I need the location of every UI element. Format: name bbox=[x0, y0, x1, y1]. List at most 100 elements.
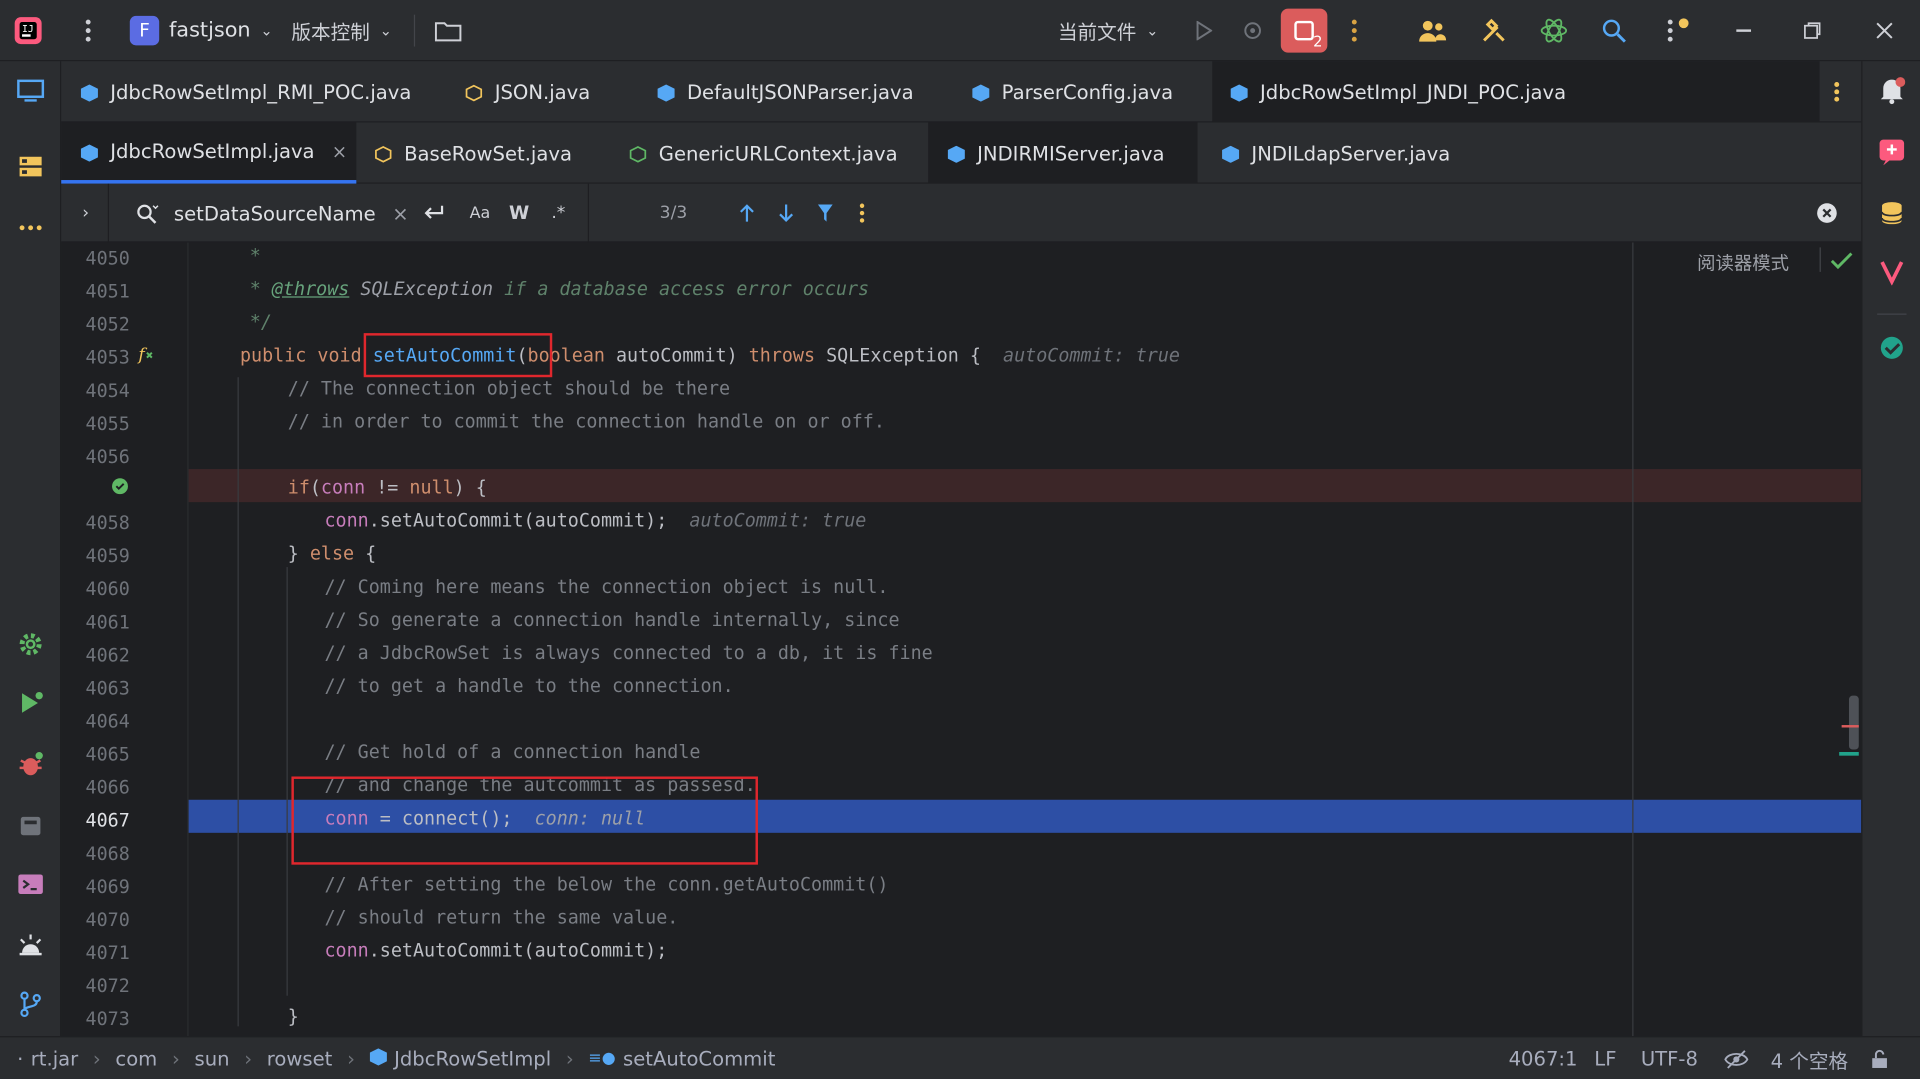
search-input[interactable] bbox=[173, 198, 383, 228]
reader-mode-toggle[interactable]: 阅读器模式 bbox=[1697, 250, 1789, 276]
clear-search-icon[interactable]: × bbox=[389, 198, 411, 227]
more-tools-icon[interactable] bbox=[13, 211, 47, 245]
line-number[interactable]: 4051 bbox=[61, 280, 130, 302]
find-more-options-icon[interactable] bbox=[850, 198, 874, 227]
line-number[interactable]: 4061 bbox=[61, 611, 130, 633]
intellij-logo-icon[interactable]: IJ bbox=[10, 13, 47, 47]
caret-position[interactable]: 4067:1 bbox=[1509, 1037, 1578, 1079]
line-number[interactable]: 4060 bbox=[61, 578, 130, 600]
lock-icon[interactable] bbox=[1871, 1037, 1888, 1079]
run-tool-icon[interactable] bbox=[13, 686, 47, 720]
stop-button[interactable]: 2 bbox=[1280, 8, 1328, 53]
filter-icon[interactable] bbox=[811, 198, 840, 227]
code-editor[interactable]: * * @throws SQLException if a database a… bbox=[188, 242, 1862, 1037]
line-number[interactable]: 4069 bbox=[61, 876, 130, 898]
code-review-check-icon[interactable] bbox=[1875, 331, 1909, 365]
tab-genericurlcontext[interactable]: GenericURLContext.java bbox=[629, 122, 898, 183]
tab-jndildapserver[interactable]: JNDILdapServer.java bbox=[1222, 122, 1450, 183]
run-config-selector[interactable]: 当前文件 ⌄ bbox=[1058, 15, 1159, 47]
close-tab-icon[interactable]: × bbox=[332, 140, 347, 162]
line-number[interactable]: 4073 bbox=[61, 1008, 130, 1030]
restore-icon[interactable] bbox=[1795, 13, 1829, 47]
tab-json[interactable]: JSON.java bbox=[465, 61, 590, 122]
search-icon[interactable] bbox=[1597, 13, 1631, 47]
line-number[interactable]: 4055 bbox=[61, 413, 130, 435]
expand-replace-chevron-icon[interactable]: › bbox=[73, 198, 97, 227]
next-match-arrow-down-icon[interactable] bbox=[771, 198, 800, 227]
more-actions-icon[interactable] bbox=[1342, 13, 1366, 47]
line-number[interactable]: 4064 bbox=[61, 710, 130, 732]
debug-icon[interactable] bbox=[1237, 13, 1269, 47]
inspection-ok-check-icon[interactable] bbox=[1829, 250, 1853, 274]
line-number[interactable]: 4062 bbox=[61, 644, 130, 666]
project-selector[interactable]: F fastjson ⌄ bbox=[129, 15, 273, 47]
tab-jdbcrowsetimpl[interactable]: JdbcRowSetImpl.java × bbox=[61, 122, 357, 184]
read-only-eye-icon[interactable] bbox=[1724, 1037, 1749, 1079]
breadcrumb-sun[interactable]: sun bbox=[195, 1047, 230, 1070]
settings-updates-icon[interactable] bbox=[1660, 13, 1694, 47]
line-number[interactable]: 4058 bbox=[61, 512, 130, 534]
line-number[interactable]: 4052 bbox=[61, 314, 130, 336]
breadcrumb-method[interactable]: setAutoCommit bbox=[623, 1047, 775, 1070]
breadcrumb-com[interactable]: com bbox=[115, 1047, 157, 1070]
line-number[interactable]: 4066 bbox=[61, 776, 130, 798]
tab-jndirmiserver[interactable]: JNDIRMIServer.java bbox=[928, 122, 1198, 184]
vcs-selector[interactable]: 版本控制 ⌄ bbox=[291, 15, 392, 47]
scrollbar-thumb[interactable] bbox=[1848, 695, 1859, 750]
folder-icon[interactable] bbox=[431, 13, 465, 47]
close-find-bar-icon[interactable] bbox=[1815, 201, 1839, 225]
previous-match-arrow-up-icon[interactable] bbox=[732, 198, 761, 227]
notifications-bell-icon[interactable] bbox=[1875, 73, 1909, 107]
line-number[interactable]: 4065 bbox=[61, 743, 130, 765]
line-number[interactable]: 4059 bbox=[61, 545, 130, 567]
breakpoint-verified-icon[interactable] bbox=[111, 476, 128, 495]
build-tools-icon[interactable] bbox=[1477, 13, 1511, 47]
tab-baserowset[interactable]: BaseRowSet.java bbox=[375, 122, 572, 183]
search-history-icon[interactable] bbox=[132, 198, 161, 227]
line-number[interactable]: 4053 bbox=[61, 347, 130, 369]
line-number[interactable]: 4063 bbox=[61, 677, 130, 699]
project-view-icon[interactable] bbox=[13, 73, 47, 107]
services-gear-icon[interactable] bbox=[13, 627, 47, 661]
line-number[interactable]: 4070 bbox=[61, 909, 130, 931]
indent-setting[interactable]: 4 个空格 bbox=[1771, 1037, 1848, 1079]
line-number[interactable]: 4050 bbox=[61, 247, 130, 269]
problems-icon[interactable] bbox=[13, 928, 47, 962]
line-number[interactable]: 4071 bbox=[61, 942, 130, 964]
close-window-icon[interactable] bbox=[1867, 13, 1901, 47]
whole-words-toggle[interactable]: W bbox=[504, 198, 533, 227]
line-number[interactable]: 4054 bbox=[61, 380, 130, 402]
file-encoding[interactable]: UTF-8 bbox=[1641, 1037, 1698, 1079]
function-icon[interactable]: f bbox=[136, 343, 161, 367]
terminal-icon[interactable] bbox=[13, 867, 47, 901]
code-with-me-icon[interactable] bbox=[1416, 13, 1450, 47]
git-branch-icon[interactable] bbox=[13, 987, 47, 1021]
tab-parserconfig[interactable]: ParserConfig.java bbox=[972, 61, 1173, 122]
tab-more-icon[interactable] bbox=[1824, 61, 1848, 122]
chevron-down-icon: ⌄ bbox=[1146, 22, 1159, 40]
ai-chat-icon[interactable] bbox=[1875, 135, 1909, 169]
structure-icon[interactable] bbox=[13, 149, 47, 183]
tab-jdbcrowsetimpl-jndi-poc[interactable]: JdbcRowSetImpl_JNDI_POC.java bbox=[1212, 61, 1820, 123]
breadcrumb-class[interactable]: JdbcRowSetImpl bbox=[394, 1047, 551, 1070]
main-menu-icon[interactable] bbox=[71, 13, 105, 47]
run-icon[interactable] bbox=[1188, 13, 1220, 47]
database-icon[interactable] bbox=[1875, 196, 1909, 230]
line-number[interactable]: 4072 bbox=[61, 975, 130, 997]
ai-assistant-icon[interactable] bbox=[1537, 13, 1571, 47]
match-case-toggle[interactable]: Aa bbox=[465, 198, 494, 227]
breadcrumb-rt-jar[interactable]: rt.jar bbox=[31, 1047, 78, 1070]
debug-tool-icon[interactable] bbox=[13, 747, 47, 781]
regex-toggle[interactable]: .* bbox=[544, 198, 573, 227]
line-number[interactable]: 4056 bbox=[61, 446, 130, 468]
line-number[interactable]: 4067 bbox=[61, 810, 130, 832]
line-separator[interactable]: LF bbox=[1594, 1037, 1616, 1079]
tab-defaultjsonparser[interactable]: DefaultJSONParser.java bbox=[657, 61, 914, 122]
line-number[interactable]: 4068 bbox=[61, 843, 130, 865]
minimize-icon[interactable] bbox=[1727, 13, 1761, 47]
tab-jdbcrowsetimpl-rmi-poc[interactable]: JdbcRowSetImpl_RMI_POC.java bbox=[80, 61, 411, 122]
new-line-icon[interactable] bbox=[419, 198, 448, 227]
vue-icon[interactable] bbox=[1875, 255, 1909, 289]
database-tool-icon[interactable] bbox=[13, 808, 47, 842]
breadcrumb-rowset[interactable]: rowset bbox=[267, 1047, 333, 1070]
